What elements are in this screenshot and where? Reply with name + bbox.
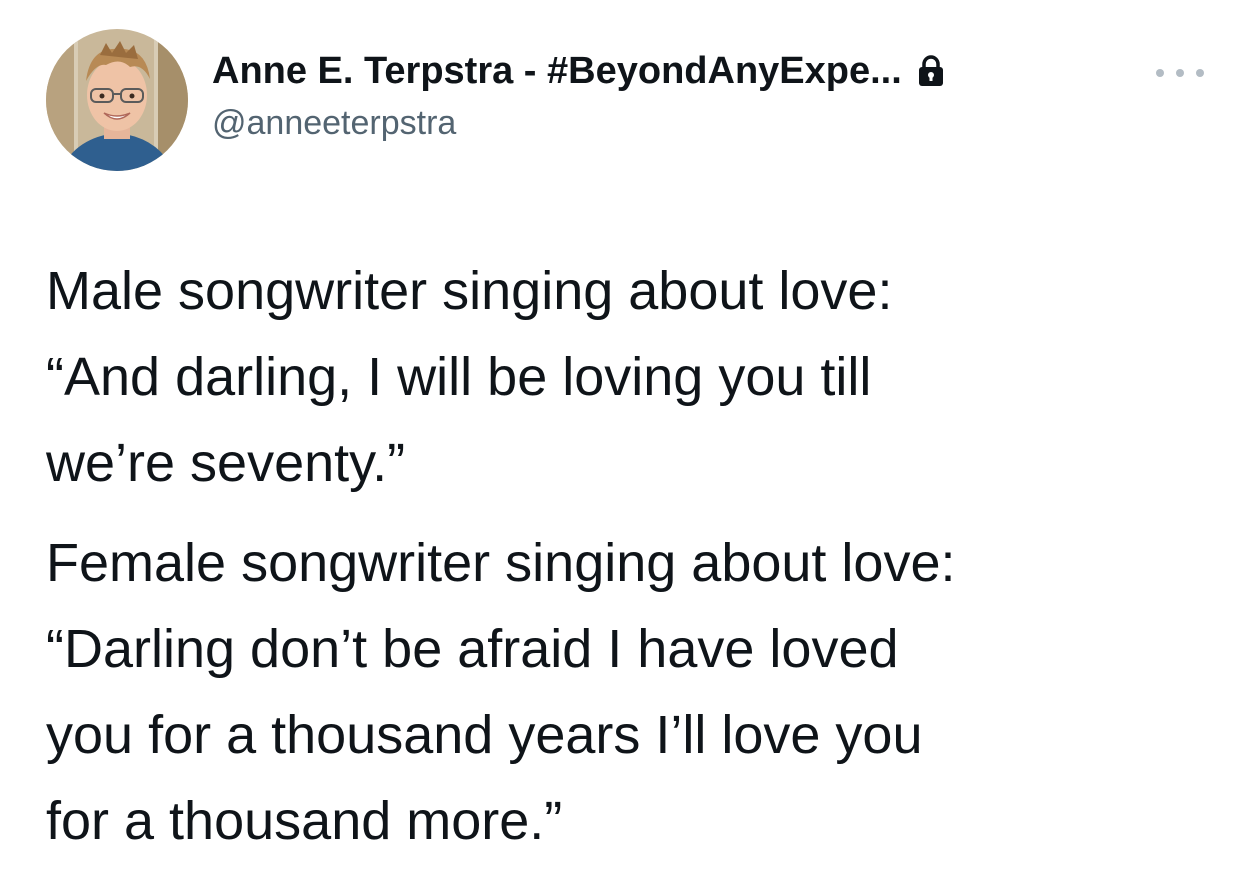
tweet-header: Anne E. Terpstra - #BeyondAnyExpe... @an… (212, 46, 946, 143)
tweet-paragraph: Male songwriter singing about love: “And… (46, 261, 893, 493)
name-row: Anne E. Terpstra - #BeyondAnyExpe... (212, 46, 946, 96)
author-display-name[interactable]: Anne E. Terpstra - #BeyondAnyExpe... (212, 50, 902, 93)
avatar-photo (46, 29, 188, 171)
tweet-text: Male songwriter singing about love: “And… (46, 248, 1226, 864)
tweet-paragraph: Female songwriter singing about love: “D… (46, 533, 956, 851)
more-options-button[interactable] (1156, 58, 1204, 88)
tweet-card: Anne E. Terpstra - #BeyondAnyExpe... @an… (0, 0, 1259, 886)
more-horizontal-icon (1156, 69, 1164, 77)
more-horizontal-icon-dot (1196, 69, 1204, 77)
lock-icon (916, 54, 946, 88)
author-handle[interactable]: @anneeterpstra (212, 104, 946, 143)
avatar[interactable] (46, 29, 188, 171)
more-horizontal-icon-dot (1176, 69, 1184, 77)
